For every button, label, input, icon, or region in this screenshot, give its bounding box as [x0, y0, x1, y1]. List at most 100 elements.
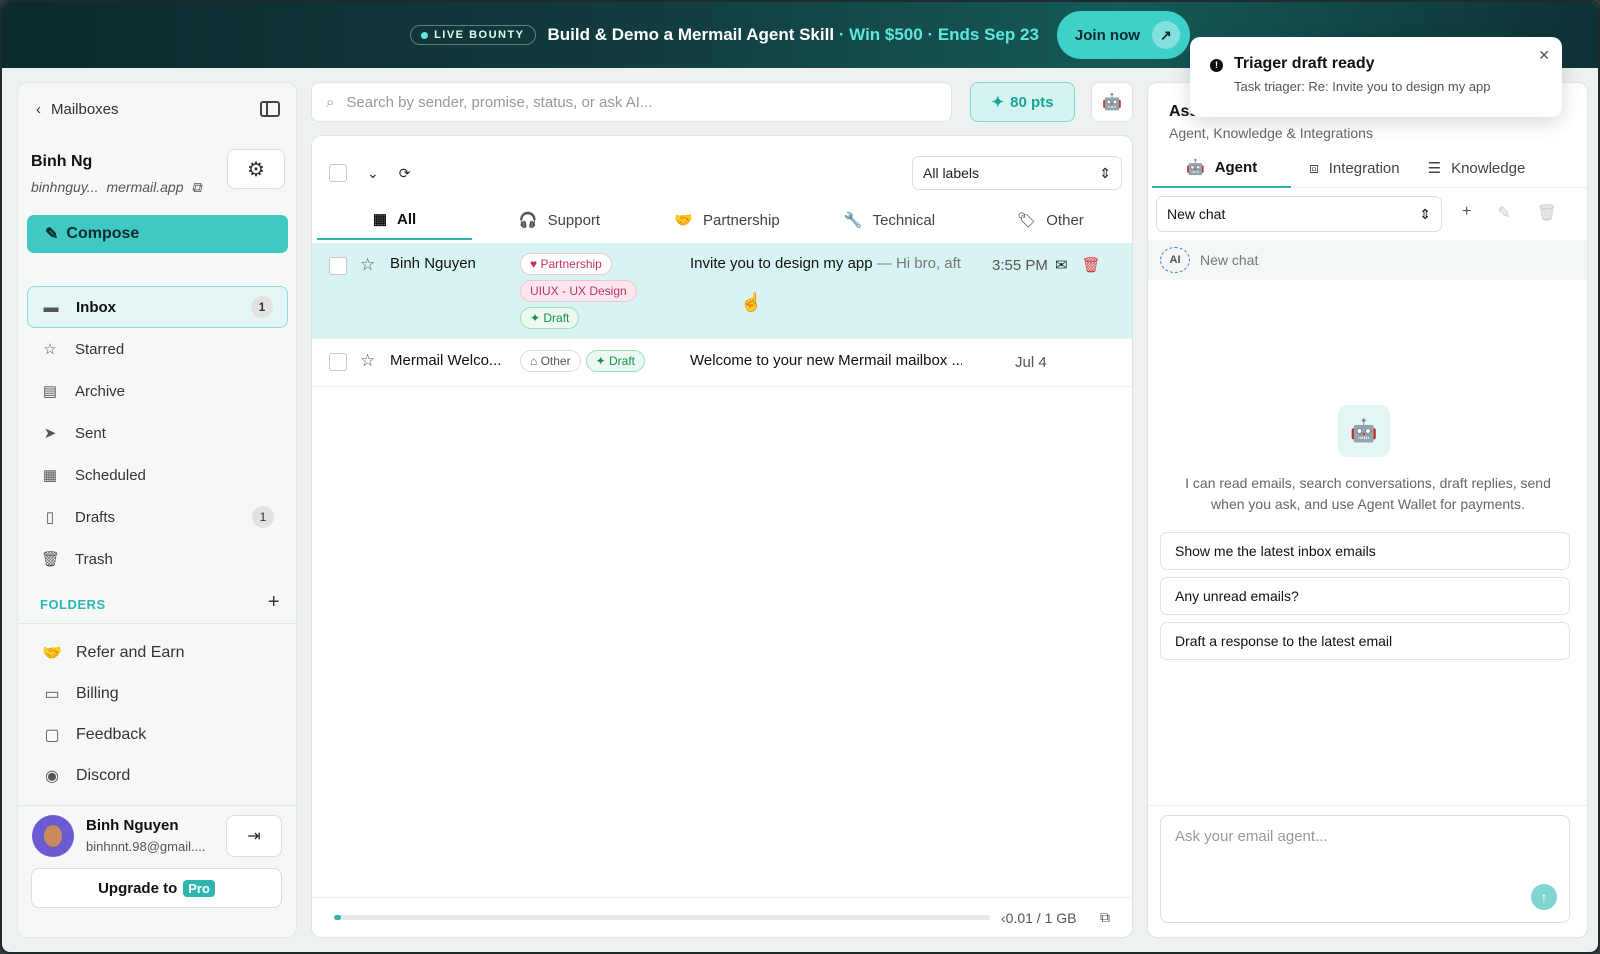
calendar-icon: ▦ [42, 467, 58, 484]
suggestion-button[interactable]: Show me the latest inbox emails [1160, 532, 1570, 570]
banner-title: Build & Demo a Mermail Agent Skill · Win… [548, 25, 1039, 45]
trash-icon[interactable]: 🗑 [1537, 203, 1557, 223]
select-all-checkbox[interactable] [329, 164, 347, 182]
suggestion-label: Draft a response to the latest email [1175, 633, 1393, 649]
sidebar-item-archive[interactable]: ▤ Archive [27, 370, 288, 412]
sidebar-item-billing[interactable]: ▭ Billing [42, 673, 282, 714]
back-to-mailboxes[interactable]: ‹ Mailboxes [36, 101, 119, 118]
join-now-label: Join now [1074, 26, 1140, 44]
email-subject: Invite you to design my app — Hi bro, af… [690, 255, 962, 272]
discord-icon: ◉ [45, 767, 59, 785]
tab-technical[interactable]: 🔧 Technical [807, 200, 972, 240]
chat-select[interactable]: New chat ⇕ [1156, 196, 1442, 232]
tab-integration[interactable]: ⧈ Integration [1291, 148, 1417, 188]
star-icon[interactable]: ☆ [360, 351, 375, 371]
sidebar-item-discord[interactable]: ◉ Discord [42, 755, 282, 796]
inbox-icon: ▬ [43, 298, 59, 316]
app-window: LIVE BOUNTY Build & Demo a Mermail Agent… [0, 0, 1600, 954]
headphones-icon: 🎧 [518, 212, 538, 229]
row-checkbox[interactable] [329, 353, 347, 371]
current-user: Binh Nguyen binhnnt.98@gmail.... ⇥ [32, 815, 282, 865]
tag-uiux[interactable]: UIUX - UX Design [520, 280, 637, 302]
logout-button[interactable]: ⇥ [226, 815, 282, 857]
upgrade-button[interactable]: Upgrade to Pro [31, 868, 282, 908]
pro-badge: Pro [183, 879, 215, 897]
account-email: binhnguy... mermail.app ⧉ [31, 179, 202, 196]
tag-partnership[interactable]: ♥ Partnership [520, 253, 612, 275]
sidebar-item-label: Trash [75, 550, 113, 568]
tab-partnership[interactable]: 🤝 Partnership [647, 200, 807, 240]
folder-list: 🤝 Refer and Earn ▭ Billing ▢ Feedback ◉ Disc… [42, 632, 282, 796]
mailbox-nav: ▬ Inbox 1 ☆ Starred ▤ Archive ➤ Sent ▦ Schedul… [27, 286, 288, 580]
external-link-icon[interactable]: ⧉ [1100, 909, 1110, 926]
edit-icon[interactable]: ✎ [1497, 203, 1510, 223]
divider [18, 805, 296, 806]
settings-button[interactable]: ⚙ [227, 149, 285, 189]
user-name: Binh Nguyen [86, 817, 179, 834]
sidebar-item-starred[interactable]: ☆ Starred [27, 328, 288, 370]
send-arrow-icon[interactable]: ↑ [1531, 884, 1557, 910]
tag-draft[interactable]: ✦ Draft [585, 350, 646, 372]
star-icon[interactable]: ☆ [360, 255, 375, 275]
refresh-icon[interactable]: ⟳ [399, 165, 411, 182]
row-checkbox[interactable] [329, 257, 347, 275]
chat-toolbar: + ✎ 🗑 [1462, 203, 1557, 223]
add-folder-icon[interactable]: + [268, 591, 280, 614]
ai-avatar: AI [1160, 247, 1190, 273]
storage-footer: ‹0.01 / 1 GB ⧉ [312, 897, 1132, 937]
tag-draft[interactable]: ✦ Draft [520, 307, 580, 329]
tab-all[interactable]: ▦ All [317, 200, 472, 240]
trash-icon[interactable]: 🗑 [1082, 256, 1101, 274]
plus-icon[interactable]: + [1462, 203, 1471, 223]
sidebar-item-refer-and-earn[interactable]: 🤝 Refer and Earn [42, 632, 282, 673]
sidebar-item-feedback[interactable]: ▢ Feedback [42, 714, 282, 755]
table-row[interactable]: ☆ Binh Nguyen ♥ Partnership UIUX - UX De… [312, 243, 1132, 339]
suggestion-button[interactable]: Draft a response to the latest email [1160, 622, 1570, 660]
tab-support[interactable]: 🎧 Support [472, 200, 647, 240]
labels-select-value: All labels [923, 165, 980, 181]
suggestion-button[interactable]: Any unread emails? [1160, 577, 1570, 615]
search-input[interactable]: ⌕ Search by sender, promise, status, or a… [311, 82, 952, 122]
sender-name: Mermail Welco... [390, 352, 502, 369]
points-button[interactable]: ✦ 80 pts [970, 82, 1075, 122]
agent-button[interactable]: 🤖 [1091, 82, 1133, 122]
tab-agent[interactable]: 🤖 Agent [1152, 148, 1292, 188]
trash-icon: 🗑 [41, 551, 61, 568]
compose-button[interactable]: ✎ Compose [27, 215, 288, 253]
avatar[interactable] [32, 815, 74, 857]
database-icon: ☰ [1427, 160, 1442, 177]
tab-knowledge[interactable]: ☰ Knowledge [1418, 148, 1536, 188]
live-bounty-badge: LIVE BOUNTY [410, 25, 536, 45]
sidebar-item-sent[interactable]: ➤ Sent [27, 412, 288, 454]
message-square-icon: ▢ [44, 726, 60, 744]
tag-other[interactable]: ⌂ Other [520, 350, 581, 372]
tab-other[interactable]: 🏷 Other [972, 200, 1129, 240]
labels-select[interactable]: All labels ⇕ [912, 156, 1122, 190]
join-now-button[interactable]: Join now ↗ [1056, 11, 1190, 59]
handshake-icon: 🤝 [42, 644, 62, 662]
copy-icon[interactable]: ⧉ [192, 179, 202, 196]
sidebar-item-trash[interactable]: 🗑 Trash [27, 538, 288, 580]
suggestion-label: Show me the latest inbox emails [1175, 543, 1376, 559]
storage-bar-fill [334, 915, 341, 920]
mail-open-icon[interactable]: ✉ [1055, 256, 1068, 274]
gear-icon: ⚙ [247, 158, 265, 181]
assistant-subtitle: Agent, Knowledge & Integrations [1169, 125, 1373, 141]
table-row[interactable]: ☆ Mermail Welco... ⌂ Other ✦ Draft Welco… [312, 339, 1132, 387]
suggestion-label: Any unread emails? [1175, 588, 1299, 604]
send-icon: ➤ [43, 425, 57, 442]
search-icon: ⌕ [326, 93, 335, 111]
assistant-tabs: 🤖 Agent ⧈ Integration ☰ Knowledge [1152, 148, 1587, 188]
puzzle-icon: ⧈ [1309, 159, 1319, 177]
ask-placeholder: Ask your email agent... [1175, 828, 1328, 845]
chevron-left-icon: ‹ [36, 101, 41, 118]
close-icon[interactable]: ✕ [1538, 47, 1550, 64]
sidebar-toggle-icon[interactable] [260, 101, 280, 117]
new-chat-item[interactable]: AI New chat [1148, 240, 1587, 280]
ask-agent-input[interactable]: Ask your email agent... ↑ [1160, 815, 1570, 923]
subject-text: Invite you to design my app [690, 255, 873, 272]
sidebar-item-scheduled[interactable]: ▦ Scheduled [27, 454, 288, 496]
sidebar-item-inbox[interactable]: ▬ Inbox 1 [27, 286, 288, 328]
sidebar-item-drafts[interactable]: ▯ Drafts 1 [27, 496, 288, 538]
chevron-down-icon[interactable]: ⌄ [367, 165, 379, 182]
